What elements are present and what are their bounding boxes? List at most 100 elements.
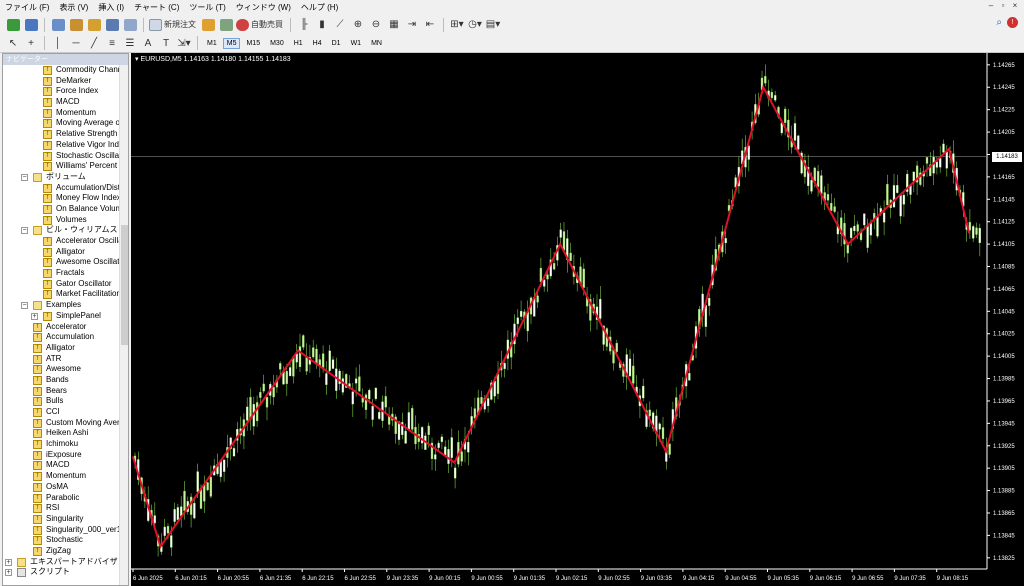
trendline-icon[interactable]: ╱ — [86, 35, 102, 51]
navigator-item[interactable]: − ビル・ウィリアムス — [3, 225, 128, 236]
navigator-item[interactable]: f Alligator — [3, 343, 128, 354]
navigator-item[interactable]: f Singularity — [3, 514, 128, 525]
notification-icon[interactable]: ! — [1007, 17, 1018, 28]
navigator-item[interactable]: f Relative Vigor Index — [3, 140, 128, 151]
menu-help[interactable]: ヘルプ (H) — [296, 0, 343, 15]
navigator-item[interactable]: f RSI — [3, 503, 128, 514]
cursor-icon[interactable]: ↖ — [5, 35, 21, 51]
navigator-item[interactable]: f iExposure — [3, 450, 128, 461]
navigator-item[interactable]: f Volumes — [3, 215, 128, 226]
navigator-item[interactable]: f ATR — [3, 354, 128, 365]
market-watch-icon[interactable] — [50, 17, 66, 33]
zoom-out-icon[interactable]: ⊖ — [368, 17, 384, 33]
timeframe-mn[interactable]: MN — [367, 38, 386, 49]
indicators-icon[interactable]: ⊞▾ — [449, 17, 465, 33]
navigator-item[interactable]: f Gator Oscillator — [3, 279, 128, 290]
text-icon[interactable]: A — [140, 35, 156, 51]
navigator-item[interactable]: f Bulls — [3, 396, 128, 407]
navigator-item[interactable]: f Momentum — [3, 471, 128, 482]
terminal-icon[interactable] — [104, 17, 120, 33]
navigator-item[interactable]: f Bands — [3, 375, 128, 386]
timeframe-m15[interactable]: M15 — [242, 38, 264, 49]
search-icon[interactable]: ⌕ — [996, 17, 1002, 28]
candlestick-icon[interactable]: ▮ — [314, 17, 330, 33]
navigator-item[interactable]: f Force Index — [3, 86, 128, 97]
navigator-item[interactable]: f Money Flow Index — [3, 193, 128, 204]
collapse-icon[interactable]: − — [21, 302, 28, 310]
navigator-item[interactable]: f Williams' Percent Range — [3, 161, 128, 172]
navigator-item[interactable]: + エキスパートアドバイザ — [3, 557, 128, 568]
navigator-item[interactable]: f ZigZag — [3, 546, 128, 557]
navigator-item[interactable]: + f SimplePanel — [3, 311, 128, 322]
collapse-icon[interactable]: − — [21, 227, 28, 235]
new-order-button[interactable]: 新規注文 — [149, 17, 198, 33]
navigator-item[interactable]: f Awesome Oscillator — [3, 257, 128, 268]
bar-chart-icon[interactable]: ╟ — [296, 17, 312, 33]
menu-insert[interactable]: 挿入 (I) — [93, 0, 129, 15]
new-chart-icon[interactable] — [5, 17, 21, 33]
expand-icon[interactable]: + — [31, 312, 38, 320]
navigator-item[interactable]: f Fractals — [3, 268, 128, 279]
navigator-item[interactable]: f Market Facilitation Index — [3, 289, 128, 300]
timeframe-h1[interactable]: H1 — [290, 38, 307, 49]
navigator-scrollbar[interactable] — [119, 65, 128, 585]
menu-file[interactable]: ファイル (F) — [0, 0, 54, 15]
autotrade-button[interactable]: 自動売買 — [236, 17, 285, 33]
navigator-item[interactable]: f Parabolic — [3, 493, 128, 504]
navigator-item[interactable]: f CCI — [3, 407, 128, 418]
chart-shift-icon[interactable]: ⇤ — [422, 17, 438, 33]
navigator-item[interactable]: f DeMarker — [3, 76, 128, 87]
data-window-icon[interactable] — [68, 17, 84, 33]
navigator-item[interactable]: f Relative Strength Index — [3, 129, 128, 140]
navigator-item[interactable]: f Stochastic — [3, 535, 128, 546]
horizontal-line-icon[interactable]: ─ — [68, 35, 84, 51]
channel-icon[interactable]: ≡ — [104, 35, 120, 51]
timeframe-m5[interactable]: M5 — [222, 37, 241, 49]
navigator-item[interactable]: f Awesome — [3, 364, 128, 375]
timeframe-w1[interactable]: W1 — [347, 38, 366, 49]
metaeditor-icon[interactable] — [200, 17, 216, 33]
navigator-item[interactable]: f Accumulation/Distribution — [3, 183, 128, 194]
vertical-line-icon[interactable]: │ — [50, 35, 66, 51]
navigator-item[interactable]: f Commodity Channel Index — [3, 65, 128, 76]
tile-windows-icon[interactable]: ▦ — [386, 17, 402, 33]
strategy-tester-icon[interactable] — [122, 17, 138, 33]
periods-icon[interactable]: ◷▾ — [467, 17, 483, 33]
fibonacci-icon[interactable]: ☰ — [122, 35, 138, 51]
navigator-item[interactable]: f On Balance Volume — [3, 204, 128, 215]
navigator-item[interactable]: f Heiken Ashi — [3, 428, 128, 439]
navigator-item[interactable]: f Stochastic Oscillator — [3, 151, 128, 162]
navigator-item[interactable]: f Singularity_000_ver1.01 — [3, 525, 128, 536]
navigator-item[interactable]: f OsMA — [3, 482, 128, 493]
auto-scroll-icon[interactable]: ⇥ — [404, 17, 420, 33]
navigator-item[interactable]: f Bears — [3, 386, 128, 397]
navigator-item[interactable]: − Examples — [3, 300, 128, 311]
menu-view[interactable]: 表示 (V) — [54, 0, 93, 15]
navigator-item[interactable]: f MACD — [3, 97, 128, 108]
navigator-item[interactable]: − ボリューム — [3, 172, 128, 183]
menu-window[interactable]: ウィンドウ (W) — [231, 0, 296, 15]
navigator-item[interactable]: + スクリプト — [3, 567, 128, 578]
navigator-item[interactable]: f Accumulation — [3, 332, 128, 343]
navigator-item[interactable]: f Custom Moving Averages — [3, 418, 128, 429]
menu-chart[interactable]: チャート (C) — [129, 0, 184, 15]
templates-icon[interactable]: ▤▾ — [485, 17, 501, 33]
navigator-item[interactable]: f Accelerator Oscillator — [3, 236, 128, 247]
expand-icon[interactable]: + — [5, 558, 12, 566]
navigator-item[interactable]: f Moving Average of Oscillator — [3, 118, 128, 129]
navigator-item[interactable]: f Ichimoku — [3, 439, 128, 450]
restore-icon[interactable]: ▫ — [998, 1, 1008, 11]
price-chart[interactable]: 1.142651.142451.142251.142051.141851.141… — [131, 53, 1024, 586]
chart-window[interactable]: 1.142651.142451.142251.142051.141851.141… — [131, 53, 1024, 586]
navigator-icon[interactable] — [86, 17, 102, 33]
menu-tools[interactable]: ツール (T) — [184, 0, 230, 15]
timeframe-d1[interactable]: D1 — [328, 38, 345, 49]
close-icon[interactable]: × — [1010, 1, 1020, 11]
minimize-icon[interactable]: – — [986, 1, 996, 11]
navigator-item[interactable]: f Accelerator — [3, 322, 128, 333]
zoom-in-icon[interactable]: ⊕ — [350, 17, 366, 33]
arrows-icon[interactable]: ⇲▾ — [176, 35, 192, 51]
text-label-icon[interactable]: T — [158, 35, 174, 51]
navigator-item[interactable]: f Alligator — [3, 247, 128, 258]
crosshair-icon[interactable]: + — [23, 35, 39, 51]
